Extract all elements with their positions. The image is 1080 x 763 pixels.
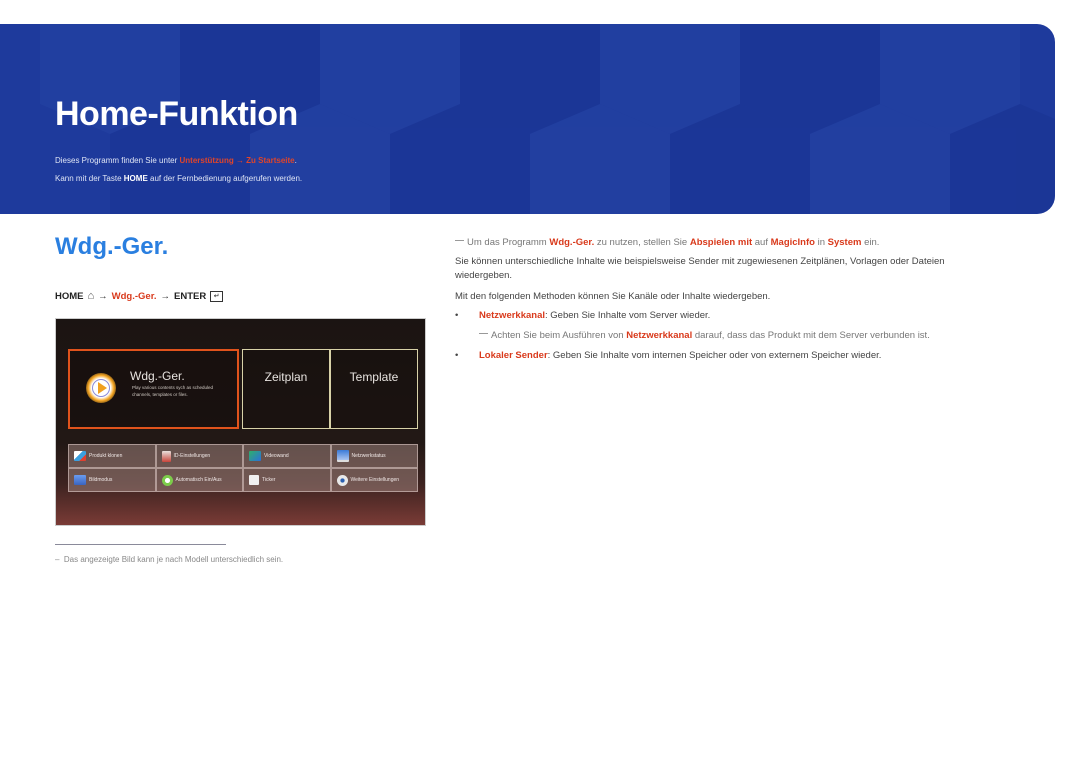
tile-wdg-ger[interactable]: Wdg.-Ger. Play various contents sych as … (68, 349, 239, 429)
tile-template[interactable]: Template (330, 349, 418, 429)
home-key-label: HOME (123, 174, 148, 183)
tile-description: Play various contents sych as scheduled … (132, 385, 214, 397)
picture-mode-icon (74, 475, 86, 485)
bullet-network-channel: • Netzwerkkanal: Geben Sie Inhalte vom Se… (455, 310, 711, 321)
grid-item-picture-mode[interactable]: Bildmodus (68, 468, 156, 492)
note-dash-icon (479, 333, 488, 334)
grid-item-videowall[interactable]: Videowand (243, 444, 331, 468)
note-magicinfo: Um das Programm Wdg.-Ger. zu nutzen, ste… (455, 236, 879, 250)
play-icon (86, 373, 116, 403)
menu-path-home: Zu Startseite (246, 156, 295, 165)
network-icon (336, 450, 349, 462)
grid-item-id-settings[interactable]: ID-Einstellungen (155, 444, 243, 468)
videowall-icon (249, 451, 261, 461)
page-title: Home-Funktion (55, 95, 298, 133)
grid-item-network-status[interactable]: Netzwerkstatus (330, 444, 418, 468)
section-title: Wdg.-Ger. (55, 233, 169, 260)
grid-item-auto-power[interactable]: Automatisch Ein/Aus (155, 468, 243, 492)
ticker-icon (249, 475, 259, 485)
navigation-path: HOME ⌂ → Wdg.-Ger. → ENTER ↵ (55, 290, 224, 302)
gear-icon (336, 474, 348, 486)
remote-info: Kann mit der Taste HOME auf der Fernbedi… (55, 174, 303, 183)
enter-icon: ↵ (210, 290, 224, 302)
note-dash-icon (455, 240, 464, 241)
note-network-channel: Achten Sie beim Ausführen von Netzwerkka… (479, 329, 930, 343)
menu-path-support: Unterstützung (179, 156, 234, 165)
bullet-local-channel: • Lokaler Sender: Geben Sie Inhalte vom i… (455, 350, 882, 361)
footnote-divider (55, 544, 226, 545)
power-icon (161, 474, 173, 486)
settings-grid: Produkt klonen ID-Einstellungen Videowan… (68, 444, 418, 492)
description-paragraph: Sie können unterschiedliche Inhalte wie … (455, 256, 945, 281)
tile-zeitplan[interactable]: Zeitplan (242, 349, 330, 429)
methods-intro: Mit den folgenden Methoden können Sie Ka… (455, 291, 771, 302)
footnote: – Das angezeigte Bild kann je nach Model… (55, 555, 284, 564)
grid-item-more-settings[interactable]: Weitere Einstellungen (330, 468, 418, 492)
id-icon (161, 450, 171, 462)
home-icon: ⌂ (87, 290, 95, 302)
grid-item-clone-product[interactable]: Produkt klonen (68, 444, 156, 468)
location-info: Dieses Programm finden Sie unter Unterst… (55, 156, 297, 165)
grid-item-ticker[interactable]: Ticker (243, 468, 331, 492)
tv-screenshot: Wdg.-Ger. Play various contents sych as … (55, 318, 426, 526)
clone-icon (74, 451, 86, 461)
